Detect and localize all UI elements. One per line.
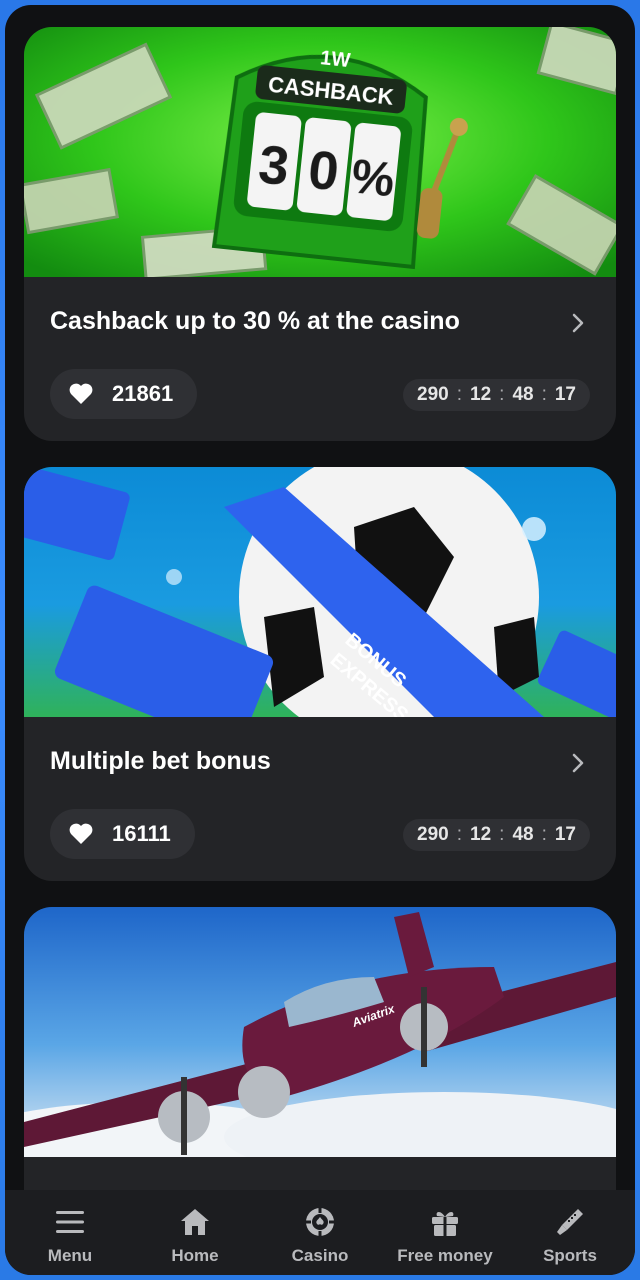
promo-card-multiple-bet[interactable]: BONUS EXPRESS Multiple bet bonus 16111 2… — [24, 467, 616, 881]
timer-seconds: 17 — [554, 824, 576, 845]
sports-icon — [557, 1209, 583, 1235]
reel-2: 0 — [305, 140, 341, 203]
bottom-nav: Menu Home Casino Free money Sports — [5, 1190, 635, 1275]
countdown-timer: 290 : 12 : 48 : 17 — [403, 379, 590, 411]
chevron-right-icon[interactable] — [566, 751, 590, 775]
timer-minutes: 48 — [512, 824, 534, 845]
menu-icon — [56, 1211, 84, 1233]
nav-label: Casino — [291, 1246, 349, 1265]
timer-hours: 12 — [470, 824, 492, 845]
nav-label: Menu — [47, 1246, 93, 1265]
nav-item-menu[interactable]: Menu — [15, 1190, 125, 1275]
brand-logo-text: 1W — [319, 47, 351, 72]
aviatrix-banner-illustration: Aviatrix — [24, 907, 616, 1157]
home-icon — [181, 1209, 209, 1235]
nav-item-sports[interactable]: Sports — [515, 1190, 625, 1275]
timer-separator: : — [456, 384, 463, 405]
nav-label: Sports — [543, 1246, 597, 1265]
nav-item-casino[interactable]: Casino — [265, 1190, 375, 1275]
promo-feed[interactable]: 1W CASHBACK 3 0 % Cashback up to 30 % at… — [5, 5, 635, 1190]
promo-card-aviatrix[interactable]: Aviatrix — [24, 907, 616, 1190]
timer-separator: : — [541, 384, 547, 405]
countdown-timer: 290 : 12 : 48 : 17 — [403, 819, 590, 851]
promo-title[interactable]: Multiple bet bonus — [50, 747, 550, 776]
timer-days: 290 — [417, 824, 449, 845]
promo-title[interactable]: Cashback up to 30 % at the casino — [50, 307, 550, 336]
reel-1: 3 — [256, 134, 292, 197]
nav-label: Free money — [397, 1246, 493, 1265]
like-count: 21861 — [112, 381, 174, 406]
bonus-express-banner-illustration: BONUS EXPRESS — [24, 467, 616, 717]
timer-days: 290 — [417, 384, 449, 405]
like-button[interactable]: 16111 — [50, 809, 195, 859]
heart-icon — [69, 383, 93, 404]
like-button[interactable]: 21861 — [50, 369, 198, 419]
heart-icon — [69, 823, 93, 844]
app-screen: 1W CASHBACK 3 0 % Cashback up to 30 % at… — [5, 5, 635, 1275]
timer-hours: 12 — [470, 384, 492, 405]
timer-separator: : — [541, 824, 547, 845]
chevron-right-icon[interactable] — [566, 311, 590, 335]
timer-separator: : — [499, 384, 505, 405]
nav-item-home[interactable]: Home — [140, 1190, 250, 1275]
timer-seconds: 17 — [554, 384, 576, 405]
gift-icon — [432, 1212, 458, 1236]
nav-item-free-money[interactable]: Free money — [390, 1190, 500, 1275]
timer-separator: : — [456, 824, 463, 845]
reel-3: % — [349, 150, 397, 207]
like-count: 16111 — [112, 821, 171, 846]
cashback-banner-illustration: 1W CASHBACK 3 0 % — [24, 27, 616, 277]
promo-card-cashback[interactable]: 1W CASHBACK 3 0 % Cashback up to 30 % at… — [24, 27, 616, 441]
promo-banner-multiple-bet[interactable]: BONUS EXPRESS — [24, 467, 616, 717]
nav-label: Home — [171, 1246, 219, 1265]
timer-minutes: 48 — [512, 384, 534, 405]
promo-banner-cashback[interactable]: 1W CASHBACK 3 0 % — [24, 27, 616, 277]
casino-chip-icon — [306, 1208, 334, 1236]
promo-banner-aviatrix[interactable]: Aviatrix — [24, 907, 616, 1157]
timer-separator: : — [499, 824, 505, 845]
